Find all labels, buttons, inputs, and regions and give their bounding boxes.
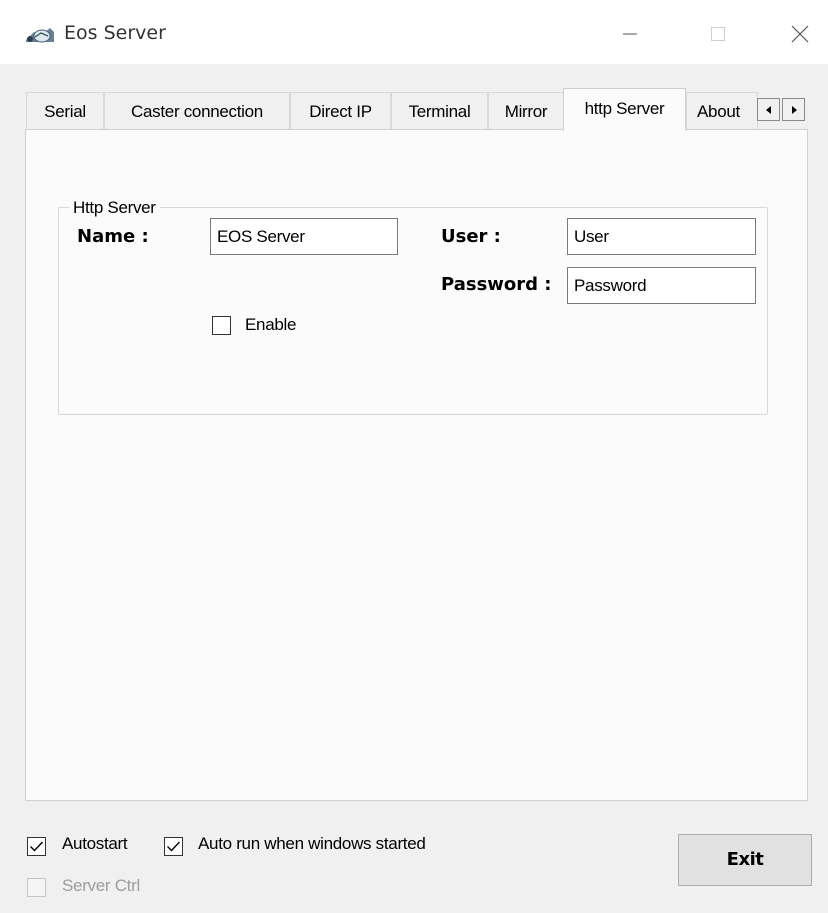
title-bar[interactable]: Eos Server [0, 0, 828, 64]
tab-direct-ip[interactable]: Direct IP [290, 92, 391, 130]
scroll-right-icon[interactable] [782, 98, 805, 121]
password-field[interactable] [567, 267, 756, 304]
enable-label[interactable]: Enable [245, 315, 296, 335]
user-label: User : [441, 226, 501, 247]
tab-caster-connection[interactable]: Caster connection [104, 92, 290, 130]
enable-checkbox[interactable] [212, 316, 231, 335]
autorun-label[interactable]: Auto run when windows started [198, 834, 426, 854]
groupbox-title: Http Server [69, 198, 160, 218]
scroll-left-icon[interactable] [757, 98, 780, 121]
tab-serial[interactable]: Serial [26, 92, 104, 130]
password-label: Password : [441, 274, 552, 295]
tab-http-server[interactable]: http Server [563, 88, 686, 131]
close-icon[interactable] [780, 18, 820, 50]
tab-terminal[interactable]: Terminal [391, 92, 488, 130]
autostart-label[interactable]: Autostart [62, 834, 128, 854]
user-field[interactable] [567, 218, 756, 255]
maximize-icon [698, 18, 738, 50]
server-ctrl-label: Server Ctrl [62, 876, 140, 895]
autostart-checkbox[interactable] [27, 837, 46, 856]
eos-app-icon [24, 24, 56, 46]
checkmark-icon [30, 841, 44, 852]
server-ctrl-checkbox [27, 878, 46, 897]
window-title: Eos Server [64, 22, 166, 44]
tab-mirror[interactable]: Mirror [488, 92, 564, 130]
name-label: Name : [77, 226, 149, 247]
tab-about[interactable]: About [686, 92, 758, 130]
tab-scroll-buttons [757, 98, 805, 121]
autorun-checkbox[interactable] [164, 837, 183, 856]
minimize-icon[interactable] [610, 18, 650, 50]
exit-button[interactable]: Exit [678, 834, 812, 886]
checkmark-icon [167, 841, 181, 852]
name-field[interactable] [210, 218, 398, 255]
